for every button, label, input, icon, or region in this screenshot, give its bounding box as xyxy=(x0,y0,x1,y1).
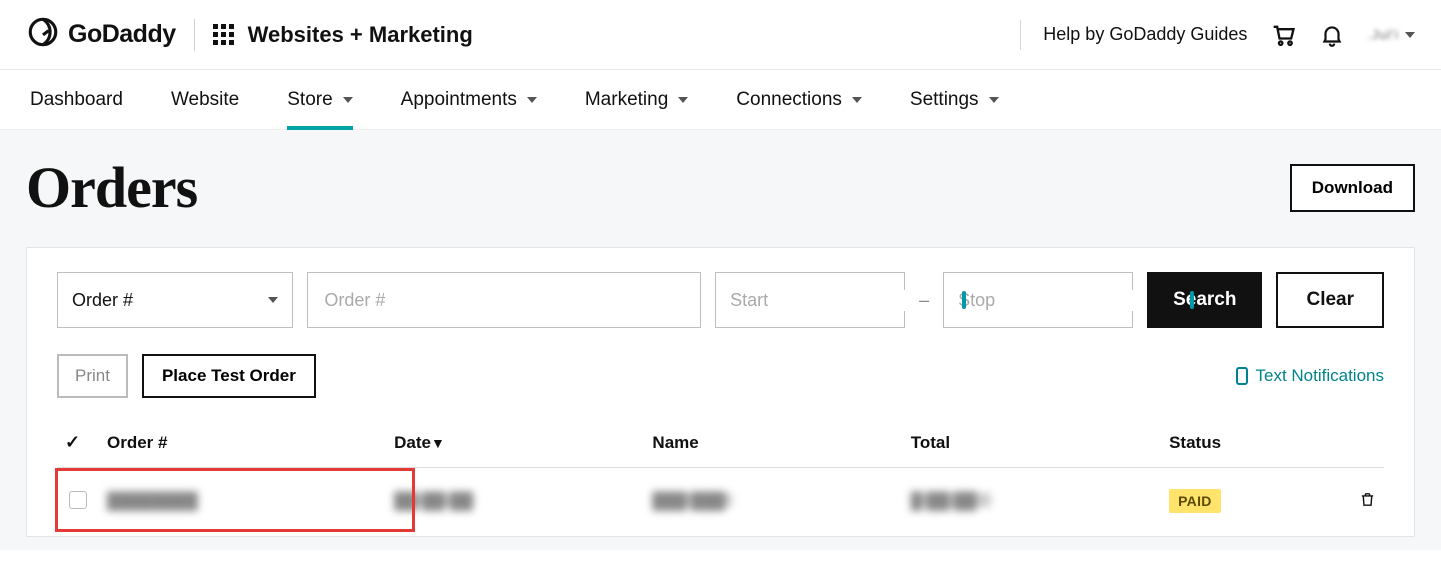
user-name: .Jul'i xyxy=(1367,27,1399,42)
nav-website[interactable]: Website xyxy=(171,70,239,129)
nav-label: Settings xyxy=(910,89,979,111)
select-all-checkbox[interactable]: ✓ xyxy=(65,432,80,452)
orders-panel: Order # – Search Clear Print Place Test … xyxy=(26,247,1415,537)
select-label: Order # xyxy=(72,290,268,311)
orders-table: ✓ Order # Date▼ Name Total Status ██████… xyxy=(57,422,1384,536)
download-button[interactable]: Download xyxy=(1290,164,1415,212)
sort-desc-icon: ▼ xyxy=(431,435,445,451)
calendar-icon xyxy=(962,291,966,309)
col-total[interactable]: Total xyxy=(903,422,1161,468)
main-nav: Dashboard Website Store Appointments Mar… xyxy=(0,70,1441,130)
user-menu[interactable]: .Jul'i xyxy=(1367,27,1415,42)
start-date-input[interactable] xyxy=(715,272,905,328)
help-link[interactable]: Help by GoDaddy Guides xyxy=(1043,24,1247,45)
divider xyxy=(1020,20,1021,50)
phone-icon xyxy=(1236,367,1248,385)
table-row[interactable]: ████████ ██-██-██ ███ ███ █ ██.██ PAID xyxy=(57,468,1384,537)
chevron-down-icon xyxy=(852,97,862,103)
nav-appointments[interactable]: Appointments xyxy=(401,70,537,129)
nav-connections[interactable]: Connections xyxy=(736,70,862,129)
brand-name[interactable]: GoDaddy xyxy=(68,20,176,49)
bell-icon[interactable] xyxy=(1319,22,1345,48)
cell-name: ███ ███ xyxy=(652,493,732,507)
search-type-select[interactable]: Order # xyxy=(57,272,293,328)
page-title: Orders xyxy=(26,154,197,221)
range-dash: – xyxy=(919,290,929,311)
col-name[interactable]: Name xyxy=(644,422,902,468)
chevron-down-icon xyxy=(1405,32,1415,38)
chevron-down-icon xyxy=(343,97,353,103)
cell-date: ██-██-██ xyxy=(394,493,474,507)
chevron-down-icon xyxy=(527,97,537,103)
section-title: Websites + Marketing xyxy=(248,22,473,48)
clear-button[interactable]: Clear xyxy=(1276,272,1384,328)
col-date[interactable]: Date▼ xyxy=(386,422,644,468)
nav-settings[interactable]: Settings xyxy=(910,70,999,129)
nav-label: Website xyxy=(171,89,239,111)
place-test-order-button[interactable]: Place Test Order xyxy=(142,354,316,398)
col-order[interactable]: Order # xyxy=(99,422,386,468)
divider xyxy=(194,19,195,51)
nav-dashboard[interactable]: Dashboard xyxy=(30,70,123,129)
nav-label: Appointments xyxy=(401,89,517,111)
chevron-down-icon xyxy=(268,297,278,303)
order-number-input[interactable] xyxy=(307,272,701,328)
brand-logo-icon xyxy=(26,15,60,54)
apps-grid-icon[interactable] xyxy=(213,24,234,45)
trash-icon[interactable] xyxy=(1359,490,1376,514)
stop-date-input[interactable] xyxy=(943,272,1133,328)
search-button[interactable]: Search xyxy=(1147,272,1262,328)
nav-marketing[interactable]: Marketing xyxy=(585,70,688,129)
col-status[interactable]: Status xyxy=(1161,422,1344,468)
chevron-down-icon xyxy=(989,97,999,103)
cell-order-number: ████████ xyxy=(107,493,198,507)
row-checkbox[interactable] xyxy=(69,491,87,509)
status-badge: PAID xyxy=(1169,489,1221,513)
nav-store[interactable]: Store xyxy=(287,70,352,129)
nav-label: Connections xyxy=(736,89,842,111)
print-button[interactable]: Print xyxy=(57,354,128,398)
text-notifications-label: Text Notifications xyxy=(1256,366,1385,386)
nav-label: Marketing xyxy=(585,89,668,111)
nav-label: Store xyxy=(287,89,332,111)
chevron-down-icon xyxy=(678,97,688,103)
nav-label: Dashboard xyxy=(30,89,123,111)
calendar-icon xyxy=(1190,291,1194,309)
text-notifications-link[interactable]: Text Notifications xyxy=(1236,366,1385,386)
cart-icon[interactable] xyxy=(1269,21,1297,49)
cell-total: █ ██.██ xyxy=(911,493,991,507)
